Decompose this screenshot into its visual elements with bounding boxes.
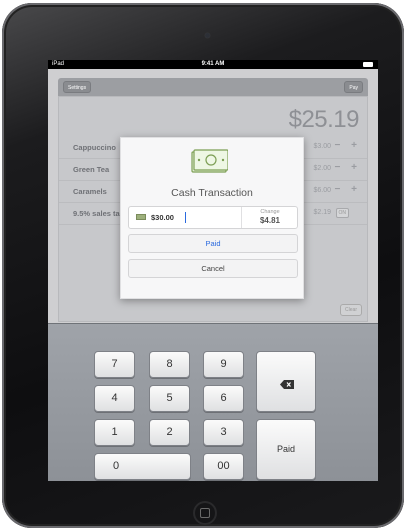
key-0[interactable]: 0: [94, 453, 191, 480]
key-00[interactable]: 00: [203, 453, 244, 480]
item-price: $3.00: [313, 143, 331, 150]
text-caret: [185, 212, 186, 223]
toolbar: Settings Pay: [58, 78, 368, 96]
item-name: Green Tea: [73, 165, 110, 174]
ipad-device: iPad 9:41 AM Settings Pay $25.19 Cappucc…: [2, 3, 404, 528]
item-price: $2.00: [313, 165, 331, 172]
camera-icon: [205, 33, 210, 38]
clear-button[interactable]: Clear: [340, 304, 362, 316]
key-9[interactable]: 9: [203, 351, 244, 378]
pay-button[interactable]: Pay: [344, 81, 363, 93]
key-7[interactable]: 7: [94, 351, 135, 378]
quantity-stepper[interactable]: − +: [335, 140, 361, 151]
change-label: Change: [260, 209, 280, 215]
tendered-amount-field[interactable]: $30.00 Change $4.81: [128, 206, 298, 229]
tax-name: 9.5% sales tax: [73, 209, 124, 218]
key-8[interactable]: 8: [149, 351, 190, 378]
tendered-amount: $30.00: [151, 213, 174, 222]
cash-icon: [191, 149, 228, 173]
status-time: 9:41 AM: [201, 61, 225, 67]
screen: iPad 9:41 AM Settings Pay $25.19 Cappucc…: [48, 60, 378, 481]
bill-icon: [136, 214, 146, 220]
paid-button[interactable]: Paid: [128, 234, 298, 253]
cancel-button[interactable]: Cancel: [128, 259, 298, 278]
key-6[interactable]: 6: [203, 385, 244, 412]
cash-transaction-dialog: Cash Transaction $30.00 Change $4.81 Pai…: [120, 137, 304, 299]
tax-amount: $2.19: [313, 209, 331, 216]
backspace-button[interactable]: [256, 351, 316, 412]
change-amount: $4.81: [259, 216, 281, 225]
battery-icon: [363, 62, 373, 67]
item-name: Caramels: [73, 187, 107, 196]
numeric-keypad: 7 8 9 4 5 6 1 2 3 0 00 Paid: [48, 323, 378, 481]
key-4[interactable]: 4: [94, 385, 135, 412]
key-1[interactable]: 1: [94, 419, 135, 446]
tax-toggle[interactable]: ON: [335, 208, 349, 218]
item-name: Cappuccino: [73, 143, 116, 152]
key-3[interactable]: 3: [203, 419, 244, 446]
quantity-stepper[interactable]: − +: [335, 162, 361, 173]
home-square-icon: [200, 508, 210, 518]
sale-total: $25.19: [288, 106, 360, 133]
key-2[interactable]: 2: [149, 419, 190, 446]
keypad-paid-button[interactable]: Paid: [256, 419, 316, 480]
backspace-icon: [280, 380, 294, 389]
dialog-title: Cash Transaction: [171, 187, 253, 199]
item-price: $6.00: [313, 187, 331, 194]
status-bar: iPad 9:41 AM: [48, 60, 378, 69]
key-5[interactable]: 5: [149, 385, 190, 412]
settings-button[interactable]: Settings: [63, 81, 92, 93]
home-button[interactable]: [193, 501, 217, 525]
quantity-stepper[interactable]: − +: [335, 184, 361, 195]
